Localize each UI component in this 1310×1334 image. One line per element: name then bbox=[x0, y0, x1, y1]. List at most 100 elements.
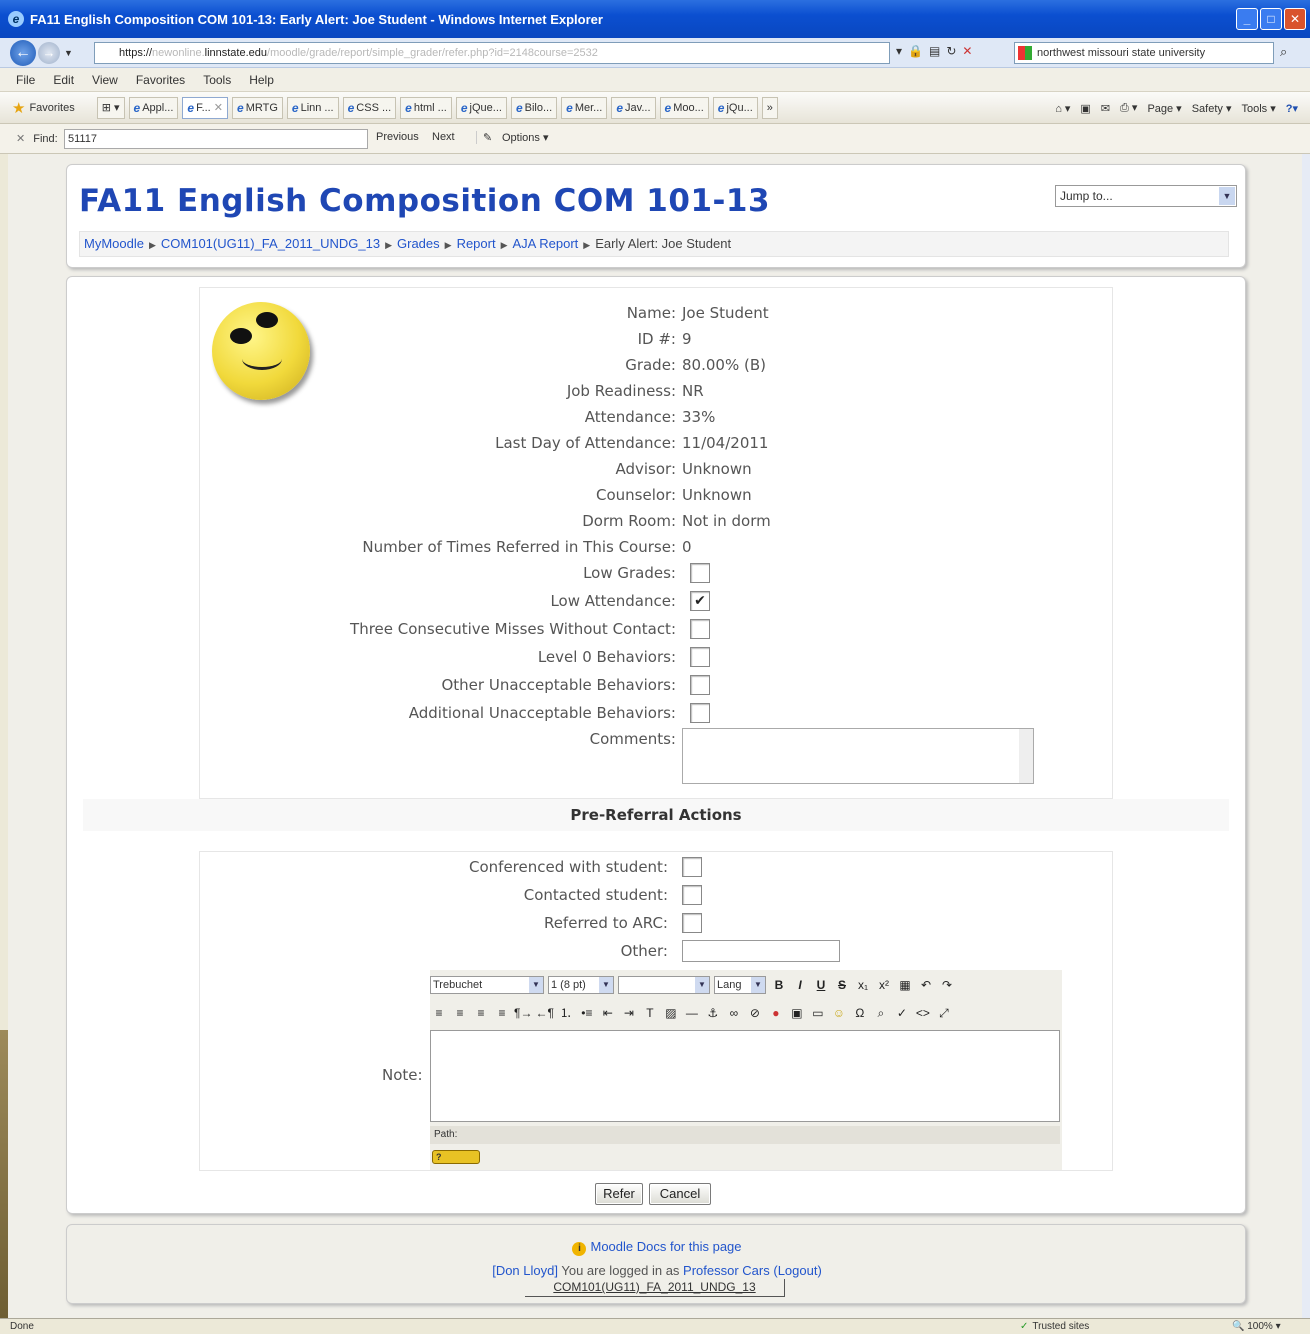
horizontal-rule-icon[interactable]: — bbox=[683, 1003, 701, 1023]
mail-icon[interactable]: ✉ bbox=[1101, 102, 1110, 115]
tab-current[interactable]: e F... ✕ bbox=[182, 96, 229, 119]
tab-mer[interactable]: e Mer... bbox=[561, 96, 608, 119]
image-icon[interactable]: ▣ bbox=[788, 1003, 806, 1023]
font-family-select[interactable]: Trebuchet ▼ bbox=[430, 976, 544, 994]
contacted-checkbox[interactable] bbox=[682, 885, 702, 905]
quick-tabs-button[interactable]: ⊞ ▾ bbox=[96, 96, 125, 119]
print-icon[interactable]: ⎙ ▾ bbox=[1120, 101, 1137, 115]
page-menu[interactable]: Page ▾ bbox=[1147, 102, 1181, 115]
menu-view[interactable]: View bbox=[92, 73, 118, 87]
search-input[interactable]: northwest missouri state university bbox=[1014, 42, 1274, 64]
smiley-icon[interactable]: ☺ bbox=[830, 1003, 848, 1023]
table-icon[interactable]: ▭ bbox=[809, 1003, 827, 1023]
find-input[interactable]: 51117 bbox=[64, 129, 368, 149]
close-find-icon[interactable]: ✕ bbox=[16, 132, 25, 145]
level0-checkbox[interactable] bbox=[690, 647, 710, 667]
url-input[interactable]: https://newonline.linnstate.edu/moodle/g… bbox=[94, 42, 890, 64]
forward-button[interactable]: → bbox=[38, 41, 60, 64]
ltr-icon[interactable]: ¶→ bbox=[514, 1003, 532, 1023]
bold-icon[interactable]: B bbox=[770, 975, 788, 995]
tab-jqu[interactable]: e jQu... bbox=[712, 96, 758, 119]
breadcrumb-report[interactable]: Report bbox=[457, 236, 496, 251]
refer-button[interactable]: Refer bbox=[595, 1183, 643, 1205]
html-source-icon[interactable]: <> bbox=[914, 1003, 932, 1023]
feeds-icon[interactable]: ▣ bbox=[1080, 102, 1090, 115]
breadcrumb-grades[interactable]: Grades bbox=[397, 236, 440, 251]
format-select[interactable]: ▼ bbox=[618, 976, 710, 994]
tab-jquery[interactable]: e jQue... bbox=[455, 96, 507, 119]
breadcrumb-course[interactable]: COM101(UG11)_FA_2011_UNDG_13 bbox=[161, 236, 380, 251]
align-left-icon[interactable]: ≡ bbox=[430, 1003, 448, 1023]
find-next-button[interactable]: Next bbox=[432, 131, 455, 143]
tab-html[interactable]: e html ... bbox=[400, 96, 452, 119]
align-center-icon[interactable]: ≡ bbox=[451, 1003, 469, 1023]
favorites-label[interactable]: Favorites bbox=[29, 102, 74, 114]
tools-menu[interactable]: Tools ▾ bbox=[1241, 102, 1275, 115]
referred-arc-checkbox[interactable] bbox=[682, 913, 702, 933]
indent-icon[interactable]: ⇥ bbox=[620, 1003, 638, 1023]
menu-edit[interactable]: Edit bbox=[53, 73, 74, 87]
highlight-icon[interactable]: ✎ bbox=[476, 131, 492, 144]
tab-bilo[interactable]: e Bilo... bbox=[510, 96, 558, 119]
role-link[interactable]: Professor Cars bbox=[683, 1263, 770, 1278]
low-attendance-checkbox[interactable]: ✔ bbox=[690, 591, 710, 611]
compat-view-icon[interactable]: ▤ bbox=[929, 44, 940, 58]
nolink-icon[interactable]: ● bbox=[767, 1003, 785, 1023]
maximize-button[interactable]: □ bbox=[1260, 8, 1282, 30]
superscript-icon[interactable]: x² bbox=[875, 975, 893, 995]
three-misses-checkbox[interactable] bbox=[690, 619, 710, 639]
justify-icon[interactable]: ≡ bbox=[493, 1003, 511, 1023]
anchor-icon[interactable]: ⚓ bbox=[704, 1003, 722, 1023]
note-textarea[interactable] bbox=[430, 1030, 1060, 1122]
refresh-icon[interactable]: ↻ bbox=[946, 44, 956, 58]
comments-textarea[interactable] bbox=[682, 728, 1034, 784]
background-color-icon[interactable]: ▨ bbox=[662, 1003, 680, 1023]
jump-to-select[interactable]: Jump to... ▼ bbox=[1055, 185, 1237, 207]
align-right-icon[interactable]: ≡ bbox=[472, 1003, 490, 1023]
cancel-button[interactable]: Cancel bbox=[649, 1183, 711, 1205]
menu-favorites[interactable]: Favorites bbox=[136, 73, 185, 87]
text-color-icon[interactable]: T bbox=[641, 1003, 659, 1023]
stop-icon[interactable]: ✕ bbox=[962, 44, 972, 58]
close-window-button[interactable]: ✕ bbox=[1284, 8, 1306, 30]
rtl-icon[interactable]: ←¶ bbox=[535, 1003, 553, 1023]
spellcheck-icon[interactable]: ✓ bbox=[893, 1003, 911, 1023]
find-options-button[interactable]: Options ▾ bbox=[502, 131, 549, 144]
ordered-list-icon[interactable]: ⒈ bbox=[557, 1003, 575, 1023]
unlink-icon[interactable]: ⊘ bbox=[746, 1003, 764, 1023]
breadcrumb-mymoodle[interactable]: MyMoodle bbox=[84, 236, 144, 251]
user-link[interactable]: [Don Lloyd] bbox=[492, 1263, 558, 1278]
favorites-star-icon[interactable]: ★ bbox=[12, 99, 25, 117]
close-tab-icon[interactable]: ✕ bbox=[214, 101, 223, 114]
unordered-list-icon[interactable]: •≡ bbox=[578, 1003, 596, 1023]
breadcrumb-aja-report[interactable]: AJA Report bbox=[513, 236, 579, 251]
menu-tools[interactable]: Tools bbox=[203, 73, 231, 87]
clean-word-icon[interactable]: ▦ bbox=[896, 975, 914, 995]
fullscreen-icon[interactable]: ⤢ bbox=[935, 1003, 953, 1023]
menu-file[interactable]: File bbox=[16, 73, 35, 87]
lock-icon[interactable]: 🔒 bbox=[908, 44, 923, 58]
more-tabs-button[interactable]: » bbox=[761, 96, 778, 119]
conferenced-checkbox[interactable] bbox=[682, 857, 702, 877]
special-char-icon[interactable]: Ω bbox=[851, 1003, 869, 1023]
back-button[interactable]: ← bbox=[10, 39, 36, 66]
safety-menu[interactable]: Safety ▾ bbox=[1192, 102, 1232, 115]
history-dropdown-icon[interactable]: ▼ bbox=[64, 48, 73, 58]
underline-icon[interactable]: U bbox=[812, 975, 830, 995]
font-size-select[interactable]: 1 (8 pt) ▼ bbox=[548, 976, 614, 994]
strikethrough-icon[interactable]: S bbox=[833, 975, 851, 995]
low-grades-checkbox[interactable] bbox=[690, 563, 710, 583]
link-icon[interactable]: ∞ bbox=[725, 1003, 743, 1023]
italic-icon[interactable]: I bbox=[791, 975, 809, 995]
url-dropdown-icon[interactable]: ▾ bbox=[896, 44, 902, 58]
page-scrollbar[interactable] bbox=[1302, 154, 1310, 1318]
moodle-docs-link[interactable]: Moodle Docs for this page bbox=[590, 1239, 741, 1254]
other-unacceptable-checkbox[interactable] bbox=[690, 675, 710, 695]
logout-link[interactable]: (Logout) bbox=[773, 1263, 821, 1278]
editor-help-icon[interactable]: ? bbox=[432, 1150, 480, 1164]
home-icon[interactable]: ⌂ ▾ bbox=[1055, 102, 1070, 115]
help-icon[interactable]: ?▾ bbox=[1286, 102, 1298, 115]
zoom-level[interactable]: 🔍 100% ▾ bbox=[1232, 1319, 1281, 1334]
minimize-button[interactable]: _ bbox=[1236, 8, 1258, 30]
tab-css[interactable]: e CSS ... bbox=[342, 96, 397, 119]
